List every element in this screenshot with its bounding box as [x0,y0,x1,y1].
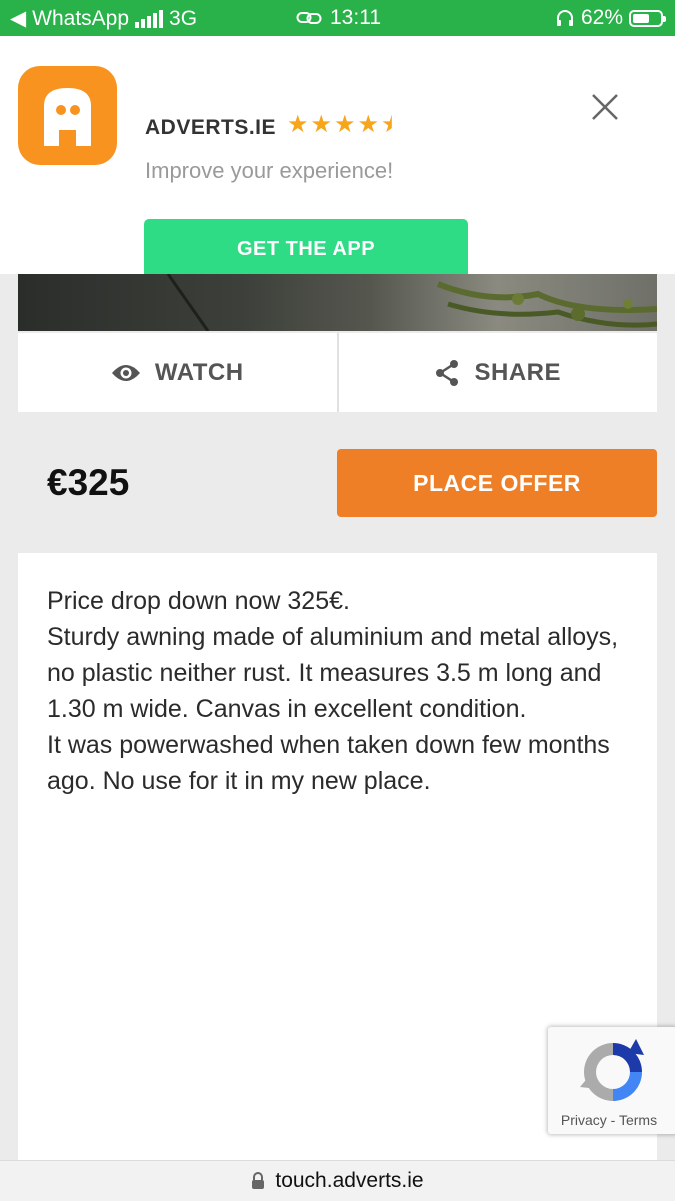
back-arrow-icon: ◀ [10,7,27,30]
back-to-app[interactable]: ◀ WhatsApp 3G [10,6,197,31]
app-name: ADVERTS.IE [145,116,277,139]
battery-percent: 62% [580,6,623,29]
banner-subtitle: Improve your experience! [145,158,394,183]
listing-price: €325 [47,462,130,503]
listing-actions: WATCH SHARE [18,333,657,412]
description-line: Price drop down now 325€. [47,587,350,615]
status-bar: ◀ WhatsApp 3G 13:11 62% [0,0,675,36]
recaptcha-links: Privacy - Terms [548,1112,670,1128]
star-icon: ★ [357,111,380,138]
recaptcha-icon [580,1039,644,1101]
recaptcha-badge[interactable]: Privacy - Terms [548,1027,675,1134]
back-app-label: WhatsApp [32,6,130,30]
close-banner-button[interactable] [588,90,622,124]
place-offer-button[interactable]: PLACE OFFER [337,449,657,517]
address-bar[interactable]: touch.adverts.ie [0,1160,675,1201]
clock: 13:11 [330,6,381,29]
status-right: 62% [555,6,666,30]
listing-description: Price drop down now 325€. Sturdy awning … [47,583,637,799]
description-line: Sturdy awning made of aluminium and meta… [47,623,619,723]
watch-label: WATCH [154,358,244,386]
headphones-icon [556,10,573,26]
get-the-app-button[interactable]: GET THE APP [144,219,468,280]
adverts-logo-icon[interactable] [18,66,117,165]
close-icon [592,94,618,120]
star-icon: ★ [334,111,356,138]
star-icon: ★ [310,111,333,138]
description-line: It was powerwashed when taken down few m… [47,731,610,795]
share-button[interactable]: SHARE [336,333,658,412]
share-icon [436,359,459,386]
listing-photo[interactable] [18,274,657,331]
star-icon: ★ [287,111,309,138]
battery-icon [629,9,666,27]
terms-link[interactable]: Terms [619,1112,657,1128]
url-text: touch.adverts.ie [275,1169,424,1192]
star-icon: ★ [381,111,403,138]
eye-icon [111,364,140,381]
app-install-banner: ADVERTS.IE ★ ★ ★ ★ ★ Improve your experience… [0,36,675,280]
watch-button[interactable]: WATCH [18,333,337,412]
link-icon [296,12,322,24]
status-center: 13:11 [296,6,381,30]
links-separator: - [610,1112,616,1128]
lock-icon [252,1172,265,1189]
signal-strength-icon [135,9,164,28]
share-label: SHARE [474,358,561,386]
privacy-link[interactable]: Privacy [561,1112,607,1128]
rating-stars: ★ ★ ★ ★ ★ [287,113,403,137]
network-type: 3G [169,6,198,30]
